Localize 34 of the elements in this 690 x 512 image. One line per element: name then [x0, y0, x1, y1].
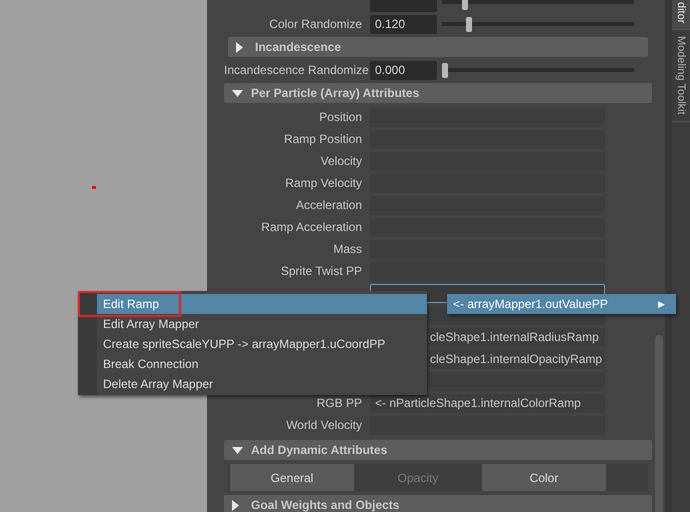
attribute-button[interactable]: Color: [482, 464, 606, 491]
attribute-label: Ramp Acceleration: [261, 220, 362, 234]
section-header[interactable]: Incandescence: [228, 37, 648, 57]
attribute-label: Ramp Position: [284, 132, 362, 146]
attribute-label: Ramp Velocity: [285, 176, 362, 190]
menu-item[interactable]: Delete Array Mapper: [97, 374, 427, 394]
side-tab[interactable]: Modeling Toolkit: [672, 30, 690, 122]
collapse-arrow-icon[interactable]: [232, 446, 243, 454]
attribute-label: Position: [319, 110, 362, 124]
menu-item[interactable]: Edit Ramp: [97, 294, 427, 314]
slider-thumb[interactable]: [442, 62, 448, 78]
attribute-label: Incandescence Randomize: [224, 63, 369, 77]
attribute-label: Color Randomize: [269, 17, 362, 31]
slider-thumb[interactable]: [466, 16, 472, 32]
section-header[interactable]: Goal Weights and Objects: [224, 495, 652, 512]
expand-arrow-icon[interactable]: [232, 500, 239, 510]
attribute-button[interactable]: General: [230, 464, 354, 491]
connection-field[interactable]: <- nParticleShape1.internalColorRamp: [370, 394, 605, 412]
value-field[interactable]: 0.000: [370, 60, 437, 80]
attribute-label: World Velocity: [286, 418, 362, 432]
attribute-label: Mass: [333, 242, 362, 256]
attribute-label: RGB PP: [316, 396, 362, 410]
submenu-arrow-icon: ▶: [658, 299, 676, 309]
section-header[interactable]: Per Particle (Array) Attributes: [224, 83, 652, 103]
submenu-item[interactable]: <- arrayMapper1.outValuePP ▶: [447, 294, 676, 314]
point-marker: [92, 186, 96, 189]
attribute-label: Sprite Twist PP: [280, 264, 362, 278]
expand-arrow-icon[interactable]: [236, 42, 243, 52]
collapse-arrow-icon[interactable]: [232, 90, 243, 96]
value-field[interactable]: 0.120: [370, 14, 437, 34]
section-header[interactable]: Add Dynamic Attributes: [224, 440, 652, 460]
side-tab[interactable]: ditor: [672, 0, 690, 30]
attribute-label: Velocity: [320, 154, 362, 168]
attribute-label: Acceleration: [296, 198, 362, 212]
